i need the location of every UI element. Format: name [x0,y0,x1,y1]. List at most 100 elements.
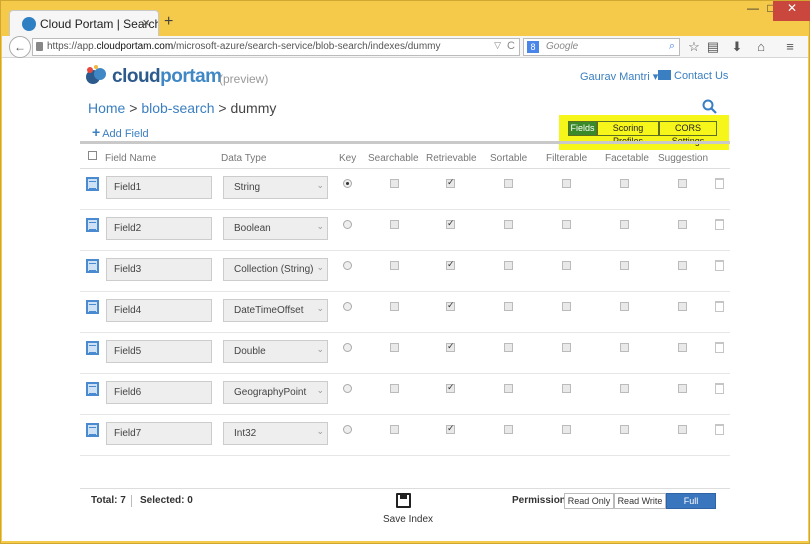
searchable-checkbox[interactable] [390,302,399,311]
field-name-input[interactable]: Field4 [106,299,212,322]
trash-icon[interactable] [715,424,724,435]
suggestion-checkbox[interactable] [678,261,687,270]
field-settings-icon[interactable] [86,259,99,273]
facetable-checkbox[interactable] [620,425,629,434]
sortable-checkbox[interactable] [504,302,513,311]
logo-wordmark[interactable]: cloudportam [112,66,222,88]
home-icon[interactable]: ⌂ [753,39,769,55]
key-radio[interactable] [343,343,352,352]
retrievable-checkbox[interactable] [446,341,455,352]
data-type-select[interactable]: GeographyPoint ⌄ [223,381,328,404]
permission-read-only[interactable]: Read Only [564,493,614,509]
retrievable-checkbox[interactable] [446,423,455,434]
field-settings-icon[interactable] [86,341,99,355]
key-radio[interactable] [343,425,352,434]
address-bar[interactable]: https://app.cloudportam.com/microsoft-az… [32,38,520,56]
searchable-checkbox[interactable] [390,220,399,229]
user-menu[interactable]: Gaurav Mantri ▾ [580,70,658,83]
trash-icon[interactable] [715,342,724,353]
field-settings-icon[interactable] [86,218,99,232]
searchable-checkbox[interactable] [390,425,399,434]
retrievable-checkbox[interactable] [446,218,455,229]
sortable-checkbox[interactable] [504,384,513,393]
facetable-checkbox[interactable] [620,384,629,393]
contact-us-link[interactable]: Contact Us [658,70,728,82]
sortable-checkbox[interactable] [504,425,513,434]
field-settings-icon[interactable] [86,382,99,396]
trash-icon[interactable] [715,219,724,230]
filterable-checkbox[interactable] [562,220,571,229]
data-type-select[interactable]: DateTimeOffset ⌄ [223,299,328,322]
filterable-checkbox[interactable] [562,179,571,188]
tab-fields[interactable]: Fields [568,121,597,136]
trash-icon[interactable] [715,383,724,394]
bookmark-star-icon[interactable]: ☆ [686,39,702,55]
downloads-icon[interactable]: ⬇ [729,39,745,55]
retrievable-checkbox[interactable] [446,259,455,270]
sortable-checkbox[interactable] [504,343,513,352]
trash-icon[interactable] [715,301,724,312]
search-icon[interactable] [702,99,717,114]
back-button[interactable]: ← [9,36,31,58]
field-settings-icon[interactable] [86,423,99,437]
data-type-select[interactable]: Collection (String) ⌄ [223,258,328,281]
suggestion-checkbox[interactable] [678,425,687,434]
magnifier-icon[interactable]: ⌕ [669,40,675,53]
key-radio[interactable] [343,179,352,188]
field-name-input[interactable]: Field2 [106,217,212,240]
suggestion-checkbox[interactable] [678,384,687,393]
suggestion-checkbox[interactable] [678,343,687,352]
field-name-input[interactable]: Field1 [106,176,212,199]
filterable-checkbox[interactable] [562,343,571,352]
searchable-checkbox[interactable] [390,343,399,352]
retrievable-checkbox[interactable] [446,300,455,311]
filterable-checkbox[interactable] [562,425,571,434]
searchable-checkbox[interactable] [390,261,399,270]
trash-icon[interactable] [715,260,724,271]
permission-full[interactable]: Full [666,493,716,509]
select-all-checkbox[interactable] [88,151,97,160]
retrievable-checkbox[interactable] [446,177,455,188]
key-radio[interactable] [343,302,352,311]
facetable-checkbox[interactable] [620,261,629,270]
key-radio[interactable] [343,261,352,270]
field-settings-icon[interactable] [86,300,99,314]
permission-read-write[interactable]: Read Write [614,493,666,509]
sortable-checkbox[interactable] [504,261,513,270]
close-window-button[interactable]: ✕ [773,1,810,21]
field-name-input[interactable]: Field3 [106,258,212,281]
suggestion-checkbox[interactable] [678,302,687,311]
sortable-checkbox[interactable] [504,220,513,229]
browser-tab[interactable]: Cloud Portam | Search Serv… × [9,10,159,36]
field-name-input[interactable]: Field7 [106,422,212,445]
suggestion-checkbox[interactable] [678,179,687,188]
menu-icon[interactable]: ≡ [782,39,798,55]
key-radio[interactable] [343,220,352,229]
data-type-select[interactable]: Double ⌄ [223,340,328,363]
tab-scoring-profiles[interactable]: Scoring Profiles [597,121,659,146]
facetable-checkbox[interactable] [620,343,629,352]
facetable-checkbox[interactable] [620,179,629,188]
data-type-select[interactable]: Boolean ⌄ [223,217,328,240]
field-name-input[interactable]: Field5 [106,340,212,363]
key-radio[interactable] [343,384,352,393]
searchable-checkbox[interactable] [390,384,399,393]
reload-icon[interactable]: C [507,40,515,52]
data-type-select[interactable]: String ⌄ [223,176,328,199]
save-index-button[interactable]: Save Index [383,514,433,525]
facetable-checkbox[interactable] [620,302,629,311]
field-settings-icon[interactable] [86,177,99,191]
breadcrumb-home[interactable]: Home [88,100,125,116]
sortable-checkbox[interactable] [504,179,513,188]
reading-list-icon[interactable]: ▤ [705,39,721,55]
filterable-checkbox[interactable] [562,302,571,311]
filterable-checkbox[interactable] [562,261,571,270]
suggestion-checkbox[interactable] [678,220,687,229]
tab-cors-settings[interactable]: CORS Settings [659,121,717,146]
facetable-checkbox[interactable] [620,220,629,229]
browser-search-input[interactable]: 8 Google ⌕ [523,38,680,56]
new-tab-button[interactable]: + [164,13,173,31]
retrievable-checkbox[interactable] [446,382,455,393]
trash-icon[interactable] [715,178,724,189]
searchable-checkbox[interactable] [390,179,399,188]
